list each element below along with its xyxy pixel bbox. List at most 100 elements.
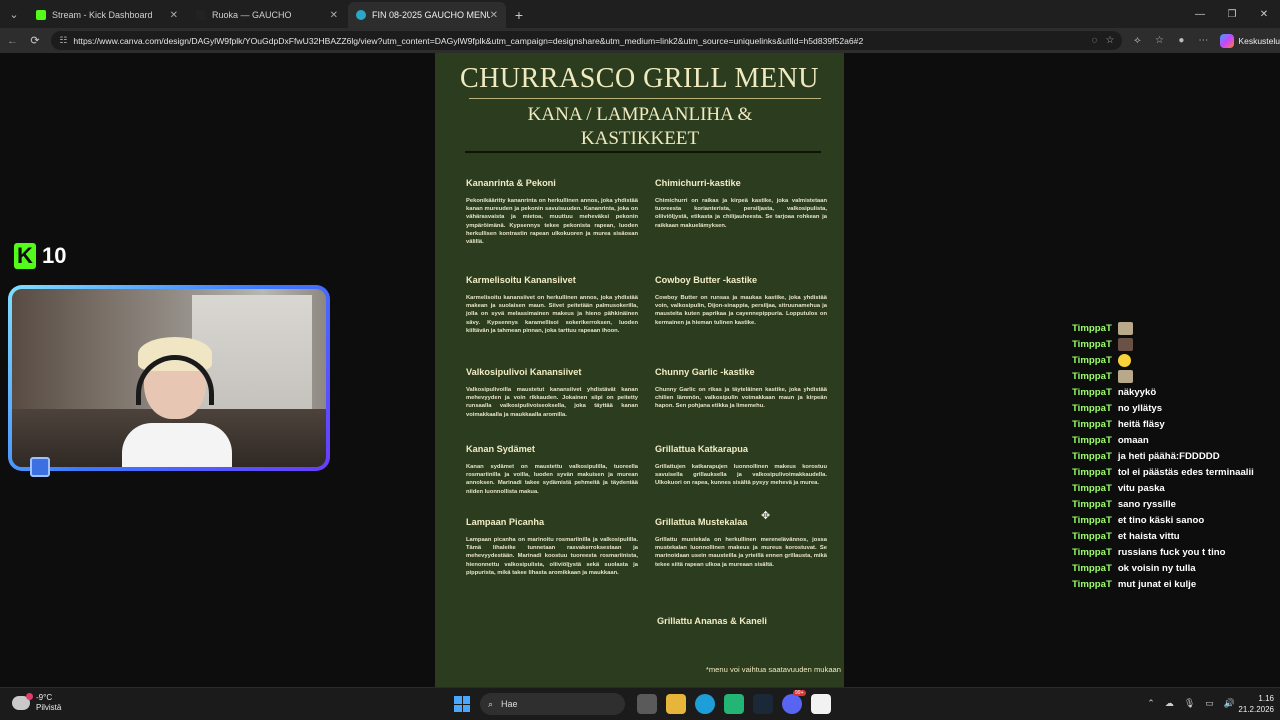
menu-item-title: Valkosipulivoi Kanansiivet (466, 367, 582, 377)
close-tab-icon[interactable]: ✕ (490, 10, 498, 21)
chat-message: TimppaT (1072, 352, 1272, 368)
menu-item-desc: Chunny Garlic on rikas ja täyteläinen ka… (655, 387, 827, 410)
profile-avatar-icon[interactable]: ● (1170, 35, 1192, 46)
menu-item-desc: Cowboy Butter on runsas ja maukas kastik… (655, 295, 827, 326)
favorites-icon[interactable]: ☆ (1148, 35, 1170, 46)
file-explorer-icon[interactable] (665, 694, 686, 714)
back-arrow-icon[interactable]: ← (2, 30, 23, 52)
chat-message: TimppaT omaan (1072, 432, 1272, 448)
webcam-feed (12, 289, 326, 467)
display-icon[interactable]: ▭ (1205, 698, 1214, 709)
menu-item: Lampaan Picanha Lampaan picanha on marin… (466, 517, 638, 577)
tab-ruoka-gaucho[interactable]: Ruoka — GAUCHO ✕ (188, 2, 346, 28)
address-bar[interactable]: ☷ https://www.canva.com/design/DAGylW9fp… (51, 31, 1123, 50)
cloud-icon (12, 693, 33, 710)
search-icon: ⌕ (488, 698, 494, 709)
menu-item: Chunny Garlic -kastike Chunny Garlic on … (655, 367, 827, 411)
chat-text: näkyykö (1117, 386, 1157, 398)
chat-username: TimppaT (1072, 450, 1112, 462)
emote-icon (1117, 337, 1133, 351)
new-tab-plus-icon[interactable]: + (508, 2, 530, 28)
chat-overlay: TimppaT TimppaT TimppaT TimppaT TimppaT n… (1072, 320, 1272, 592)
chat-username: TimppaT (1072, 418, 1112, 430)
divider (469, 98, 821, 99)
menu-footnote: *menu voi vaihtua saatavuuden mukaan (705, 665, 841, 674)
tab-kick-dashboard[interactable]: Stream - Kick Dashboard ✕ (28, 2, 186, 28)
extensions-icon[interactable]: ⟡ (1126, 35, 1148, 46)
streamer-avatar (122, 337, 232, 467)
menu-item: Grillattu Ananas & Kaneli (657, 616, 829, 635)
menu-item-title: Grillattua Mustekalaa (655, 517, 748, 527)
menu-item-desc: Karmelisoitu kanansiivet on herkullinen … (466, 295, 638, 334)
xbox-icon[interactable] (723, 694, 744, 714)
edge-browser-icon[interactable] (694, 694, 715, 714)
weather-temp: -9°C (36, 693, 53, 702)
tab-list-chevron-icon[interactable]: ⌄ (0, 0, 28, 28)
menu-item: Valkosipulivoi Kanansiivet Valkosipulivo… (466, 367, 638, 419)
more-menu-icon[interactable]: ⋯ (1192, 35, 1214, 46)
menu-item-title: Chunny Garlic -kastike (655, 367, 755, 377)
divider (465, 151, 821, 153)
clock[interactable]: 1.16 21.2.2026 (1238, 693, 1274, 715)
emote-icon (1117, 321, 1133, 335)
menu-item-title: Karmelisoitu Kanansiivet (466, 275, 576, 285)
chat-message: TimppaT ok voisin ny tulla (1072, 560, 1272, 576)
chat-username: TimppaT (1072, 466, 1112, 478)
chat-message: TimppaT ja heti päähä:FDDDDD (1072, 448, 1272, 464)
menu-item-desc: Chimichurri on raikas ja kirpeä kastike,… (655, 198, 827, 229)
menu-item-desc: Grillattujen katkarapujen luonnollinen m… (655, 464, 827, 487)
chat-text: russians fuck you t tino (1117, 546, 1226, 558)
chat-username: TimppaT (1072, 354, 1112, 366)
chat-message: TimppaT russians fuck you t tino (1072, 544, 1272, 560)
chat-text: et haista vittu (1117, 530, 1180, 542)
windows-start-icon[interactable] (454, 696, 470, 712)
close-tab-icon[interactable]: ✕ (330, 10, 338, 21)
chat-text: et tino käski sanoo (1117, 514, 1205, 526)
url-text[interactable]: https://www.canva.com/design/DAGylW9fplk… (73, 36, 1083, 46)
system-tray: ⌃ ☁ 🎙 ▭ 🔊 (1142, 698, 1240, 709)
chat-username: TimppaT (1072, 530, 1112, 542)
kick-favicon-icon (36, 10, 46, 20)
reload-icon[interactable]: ⟳ (25, 30, 46, 52)
chat-username: TimppaT (1072, 482, 1112, 494)
menu-item-desc: Kanan sydämet on maustettu valkosipulill… (466, 464, 638, 495)
clock-time: 1.16 (1258, 694, 1274, 703)
menu-item: Grillattua Katkarapua Grillattujen katka… (655, 444, 827, 488)
tab-bar: ⌄ Stream - Kick Dashboard ✕ Ruoka — GAUC… (0, 0, 1280, 28)
steam-icon[interactable] (752, 694, 773, 714)
page-content: K 10 CHURRASCO GRILL MENU KANA / LAMPAAN… (0, 53, 1280, 687)
close-window-icon[interactable]: ✕ (1248, 0, 1280, 28)
discord-icon[interactable]: 99+ (781, 690, 806, 714)
subtitle-line-2: KASTIKKEET (580, 128, 700, 149)
menu-item-desc: Lampaan picanha on marinoitu rosmariinil… (466, 537, 638, 576)
copilot-button[interactable]: Keskustelu (1220, 33, 1280, 48)
weather-widget[interactable]: -9°C Pilvistä (12, 693, 61, 713)
copilot-icon (1220, 33, 1235, 48)
minimize-icon[interactable]: — (1184, 0, 1216, 28)
notepad-icon[interactable] (810, 694, 831, 714)
volume-icon[interactable]: 🔊 (1224, 698, 1235, 709)
taskbar-search[interactable]: ⌕ Hae (480, 693, 625, 715)
restore-icon[interactable]: ❐ (1216, 0, 1248, 28)
chat-username: TimppaT (1072, 402, 1112, 414)
clock-date: 21.2.2026 (1238, 705, 1274, 714)
chat-message: TimppaT näkyykö (1072, 384, 1272, 400)
tab-gaucho-menu[interactable]: FIN 08-2025 GAUCHO MENU ✕ (348, 2, 506, 28)
tray-chevron-icon[interactable]: ⌃ (1147, 698, 1155, 709)
chat-username: TimppaT (1072, 322, 1112, 334)
favorite-star-icon[interactable]: ☆ (1105, 35, 1114, 46)
chat-message: TimppaT et tino käski sanoo (1072, 512, 1272, 528)
chat-text: heitä fläsy (1117, 418, 1165, 430)
overlay-logo-icon (30, 457, 50, 477)
task-view-icon[interactable] (636, 694, 657, 714)
chat-message: TimppaT (1072, 320, 1272, 336)
microphone-icon[interactable]: 🎙 (1184, 698, 1195, 709)
emote-icon (1117, 369, 1133, 383)
site-info-icon[interactable]: ☷ (59, 35, 67, 46)
onedrive-icon[interactable]: ☁ (1165, 698, 1174, 709)
chat-message: TimppaT et haista vittu (1072, 528, 1272, 544)
chat-username: TimppaT (1072, 578, 1112, 590)
close-tab-icon[interactable]: ✕ (170, 10, 178, 21)
menu-item-title: Cowboy Butter -kastike (655, 275, 758, 285)
reader-mode-icon[interactable]: ◌ (1092, 35, 1098, 46)
